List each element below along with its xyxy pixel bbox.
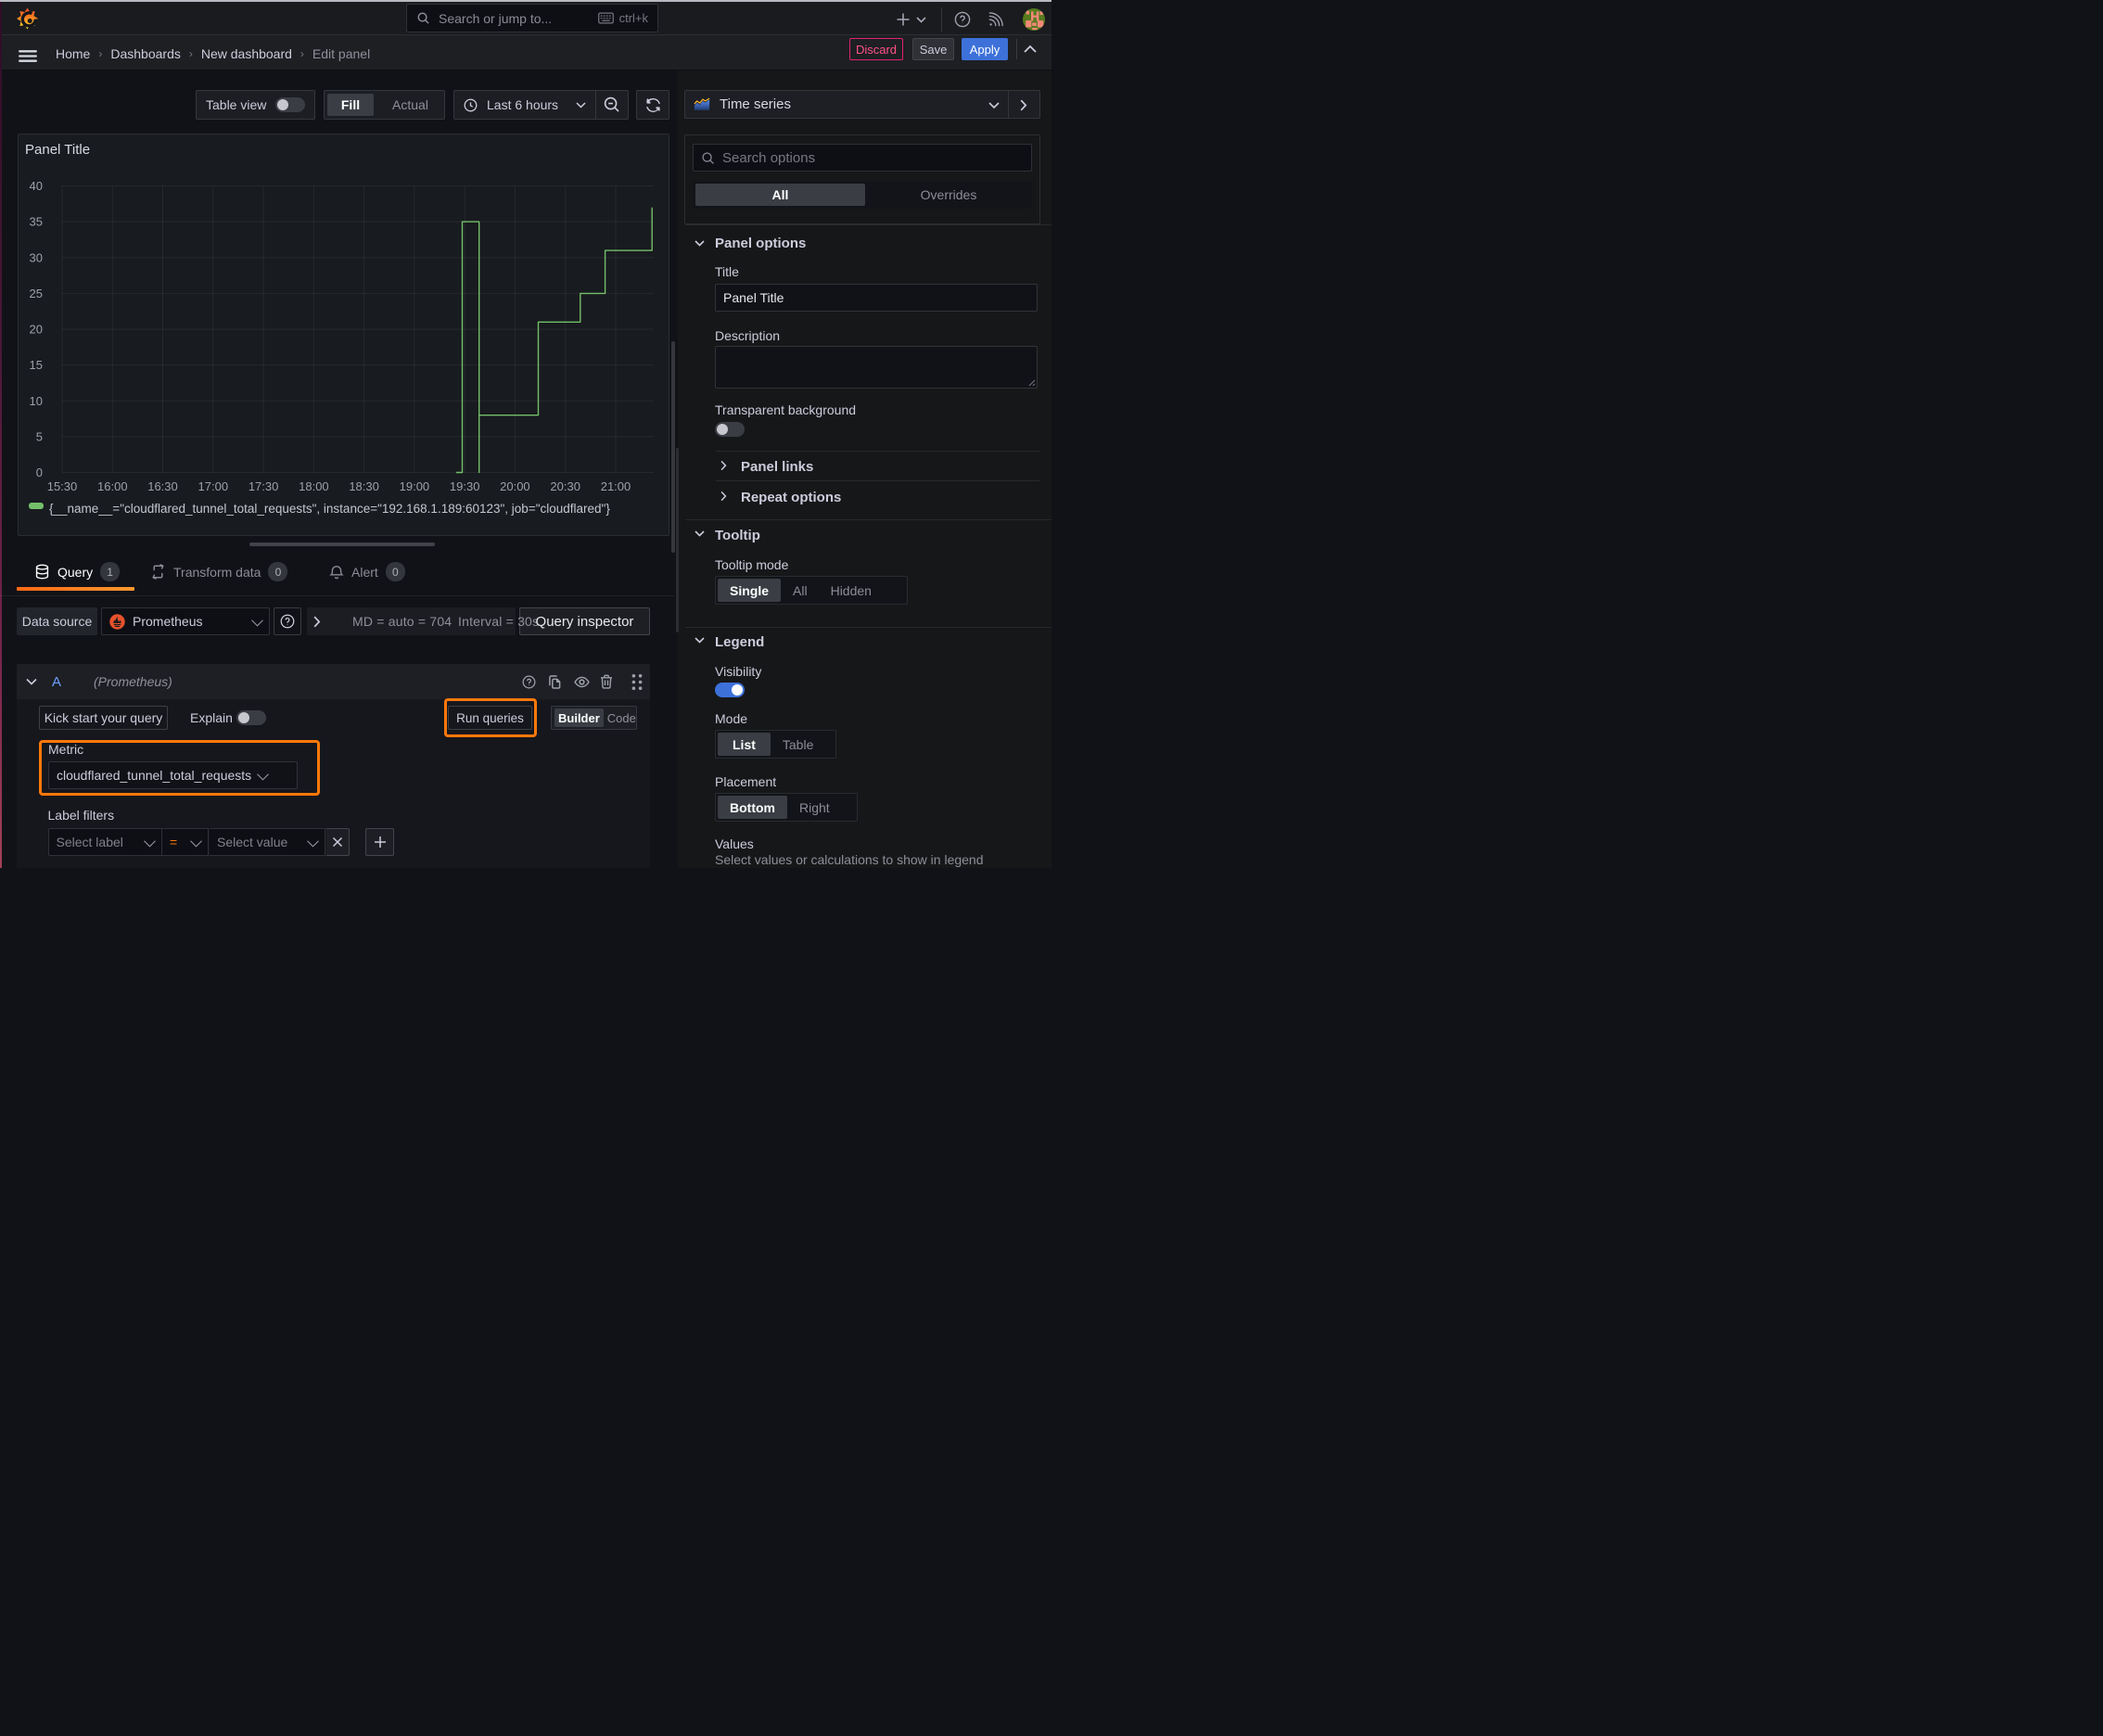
svg-text:19:30: 19:30 [450, 479, 480, 493]
svg-text:20:30: 20:30 [550, 479, 580, 493]
svg-text:15: 15 [30, 358, 43, 372]
svg-text:35: 35 [30, 215, 43, 229]
svg-text:10: 10 [30, 394, 43, 408]
svg-text:20: 20 [30, 323, 43, 337]
svg-text:20:00: 20:00 [500, 479, 530, 493]
svg-text:17:00: 17:00 [198, 479, 229, 493]
svg-text:30: 30 [30, 250, 43, 264]
svg-text:18:30: 18:30 [349, 479, 379, 493]
svg-text:16:30: 16:30 [147, 479, 178, 493]
svg-text:19:00: 19:00 [400, 479, 430, 493]
svg-text:25: 25 [30, 287, 43, 300]
svg-text:5: 5 [36, 429, 43, 443]
svg-text:18:00: 18:00 [299, 479, 329, 493]
svg-text:15:30: 15:30 [47, 479, 78, 493]
svg-text:0: 0 [36, 466, 43, 479]
svg-text:16:00: 16:00 [97, 479, 128, 493]
svg-text:21:00: 21:00 [601, 479, 631, 493]
svg-text:40: 40 [30, 179, 43, 193]
svg-text:17:30: 17:30 [249, 479, 279, 493]
